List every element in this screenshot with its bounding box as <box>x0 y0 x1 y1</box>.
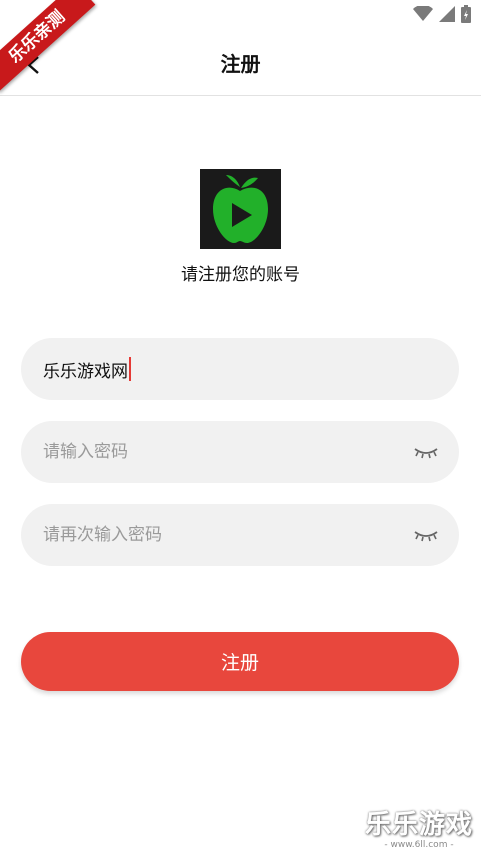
watermark-text: 乐乐游戏 <box>364 810 473 840</box>
register-button[interactable]: 注册 <box>21 632 459 691</box>
app-logo <box>200 169 281 249</box>
green-apple-play-icon <box>213 175 268 243</box>
text-caret <box>129 357 131 381</box>
password-input[interactable] <box>43 442 413 462</box>
wifi-icon <box>413 4 433 26</box>
watermark-ribbon: 乐乐亲测 <box>0 0 140 120</box>
username-field[interactable]: 乐乐游戏网 <box>21 338 459 400</box>
signal-icon <box>439 6 455 26</box>
username-value: 乐乐游戏网 <box>43 361 128 382</box>
register-subtitle: 请注册您的账号 <box>181 265 300 285</box>
confirm-password-field[interactable] <box>21 504 459 566</box>
password-field[interactable] <box>21 421 459 483</box>
ribbon-label: 乐乐亲测 <box>0 0 96 92</box>
battery-charging-icon <box>461 5 471 27</box>
watermark-url: - www.6ll.com - <box>384 840 454 850</box>
eye-closed-icon[interactable] <box>413 527 439 543</box>
eye-closed-icon[interactable] <box>413 444 439 460</box>
site-watermark: 乐乐游戏 - www.6ll.com - <box>363 810 475 850</box>
confirm-password-input[interactable] <box>43 525 413 545</box>
